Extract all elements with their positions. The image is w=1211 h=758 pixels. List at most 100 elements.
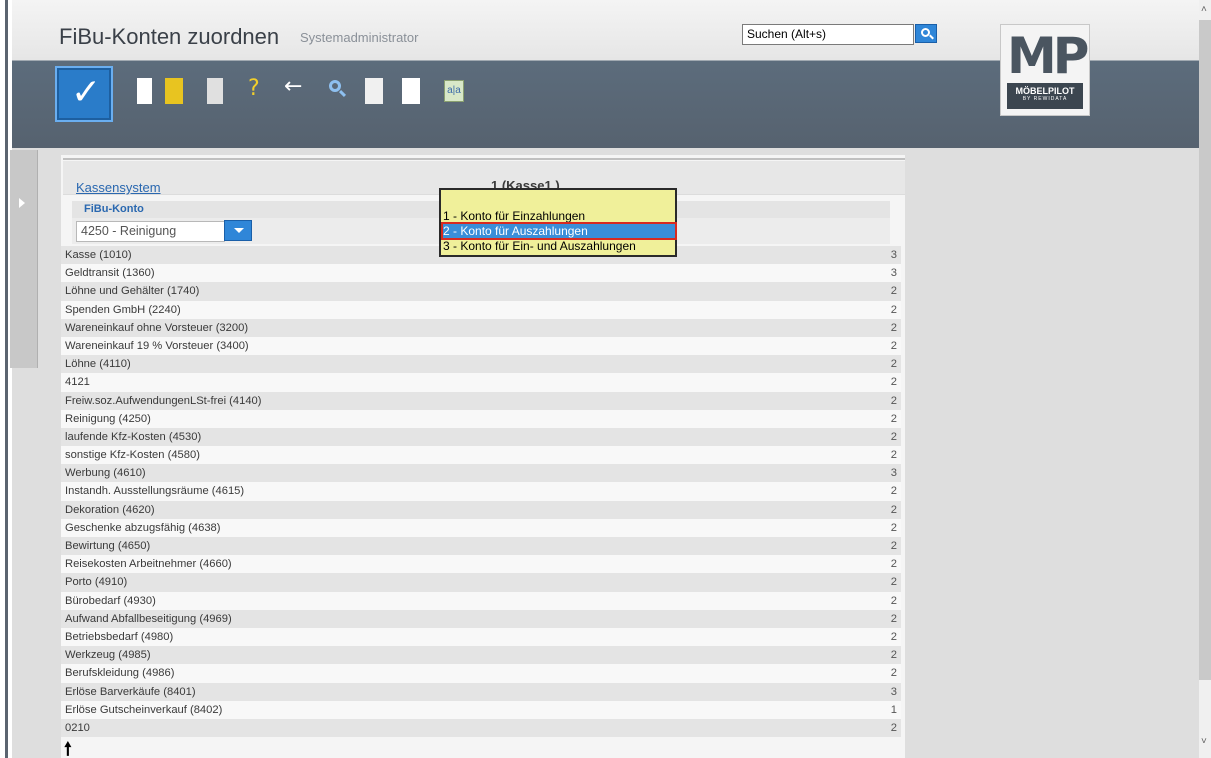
moebelpilot-logo: MP MÖBELPILOT BY REWIDATA: [1000, 24, 1090, 116]
dropdown-option[interactable]: 3 - Konto für Ein- und Auszahlungen: [443, 239, 675, 253]
account-row[interactable]: 0210 2: [61, 718, 901, 738]
account-row[interactable]: Wareneinkauf ohne Vorsteuer (3200) 2: [61, 318, 901, 337]
account-type-code: 2: [890, 303, 897, 316]
account-name: Wareneinkauf 19 % Vorsteuer (3400): [65, 339, 249, 352]
dropdown-option[interactable]: 1 - Konto für Einzahlungen: [443, 209, 675, 223]
account-row[interactable]: Porto (4910) 2: [61, 573, 901, 592]
account-type-code: 2: [890, 667, 897, 680]
checkmark-icon: ✓: [71, 72, 102, 113]
account-row[interactable]: 4121 2: [61, 373, 901, 392]
back-arrow-icon[interactable]: ←: [284, 74, 308, 100]
account-name: Erlöse Gutscheinverkauf (8402): [65, 703, 223, 716]
account-type-code: 2: [890, 612, 897, 625]
account-type-code: 2: [890, 285, 897, 298]
account-row[interactable]: Bewirtung (4650) 2: [61, 537, 901, 556]
account-row[interactable]: Freiw.soz.AufwendungenLSt-frei (4140) 2: [61, 391, 901, 410]
account-row[interactable]: Reinigung (4250) 2: [61, 409, 901, 428]
hand-document-icon[interactable]: [365, 78, 383, 104]
account-row[interactable]: Berufskleidung (4986) 2: [61, 664, 901, 683]
copy-document-icon[interactable]: [402, 78, 420, 104]
account-row[interactable]: sonstige Kfz-Kosten (4580) 2: [61, 446, 901, 465]
account-name: Bürobedarf (4930): [65, 594, 156, 607]
fibu-konto-dropdown-button[interactable]: [224, 220, 252, 241]
content-panel: Kassensystem 1 (Kasse1 ) FiBu-Konto 4250…: [61, 155, 905, 758]
search-input[interactable]: Suchen (Alt+s): [742, 24, 914, 45]
scrollbar-thumb[interactable]: [1199, 20, 1211, 680]
account-row[interactable]: Instandh. Ausstellungsräume (4615) 2: [61, 482, 901, 501]
search-button[interactable]: [915, 24, 937, 43]
scroll-up-icon[interactable]: ˄: [1201, 4, 1207, 15]
account-name: Aufwand Abfallbeseitigung (4969): [65, 612, 232, 625]
account-type-code: 3: [890, 685, 897, 698]
account-name: Werbung (4610): [65, 467, 146, 480]
account-type-code: 2: [890, 376, 897, 389]
account-type-code: 2: [890, 594, 897, 607]
page-title: FiBu-Konten zuordnen: [59, 24, 280, 49]
page-scrollbar[interactable]: ˄ ˅: [1199, 0, 1211, 758]
account-row[interactable]: Erlöse Barverkäufe (8401) 3: [61, 682, 901, 701]
konto-type-dropdown: 1 - Konto für Einzahlungen 2 - Konto für…: [439, 188, 677, 257]
account-name: Löhne (4110): [65, 358, 131, 371]
account-row[interactable]: Spenden GmbH (2240) 2: [61, 300, 901, 319]
dropdown-option-selected[interactable]: 2 - Konto für Auszahlungen: [441, 222, 677, 240]
account-row[interactable]: Erlöse Gutscheinverkauf (8402) 1: [61, 700, 901, 719]
account-type-code: 2: [890, 503, 897, 516]
account-row[interactable]: laufende Kfz-Kosten (4530) 2: [61, 427, 901, 447]
header-bar: FiBu-Konten zuordnen Systemadministrator…: [12, 0, 1199, 148]
account-row[interactable]: Wareneinkauf 19 % Vorsteuer (3400) 2: [61, 336, 901, 356]
account-row[interactable]: Dekoration (4620) 2: [61, 500, 901, 519]
account-row[interactable]: Löhne und Gehälter (1740) 2: [61, 282, 901, 301]
account-row[interactable]: Bürobedarf (4930) 2: [61, 591, 901, 610]
account-row[interactable]: Geschenke abzugsfähig (4638) 2: [61, 518, 901, 537]
account-type-code: 2: [890, 630, 897, 643]
account-type-code: 2: [890, 321, 897, 334]
account-row[interactable]: Reisekosten Arbeitnehmer (4660) 2: [61, 555, 901, 574]
user-role: Systemadministrator: [300, 30, 419, 45]
fibu-konto-select[interactable]: 4250 - Reinigung: [76, 221, 225, 242]
confirm-button[interactable]: ✓: [55, 66, 113, 122]
chevron-down-icon: [234, 228, 244, 233]
account-name: laufende Kfz-Kosten (4530): [65, 430, 202, 443]
account-row[interactable]: Werbung (4610) 3: [61, 464, 901, 483]
trash-icon[interactable]: [207, 78, 223, 104]
side-panel-toggle[interactable]: [10, 150, 38, 368]
account-type-code: 2: [890, 721, 897, 734]
magnifier-icon[interactable]: [328, 78, 347, 104]
main-window: FiBu-Konten zuordnen Systemadministrator…: [12, 0, 1199, 758]
account-row[interactable]: Löhne (4110) 2: [61, 355, 901, 374]
account-name: Werkzeug (4985): [65, 649, 151, 662]
scroll-down-icon[interactable]: ˅: [1201, 736, 1207, 747]
account-name: Wareneinkauf ohne Vorsteuer (3200): [65, 321, 249, 334]
scroll-top-arrow-icon[interactable]: 🠕: [64, 737, 72, 758]
chevron-right-icon: [19, 198, 25, 208]
account-name: Reinigung (4250): [65, 412, 151, 425]
account-type-code: 2: [890, 540, 897, 552]
account-type-code: 2: [890, 485, 897, 498]
window-left-border: [0, 0, 12, 758]
account-row[interactable]: Geldtransit (1360) 3: [61, 264, 901, 283]
new-document-icon[interactable]: [137, 78, 152, 104]
open-folder-icon[interactable]: [165, 78, 183, 104]
account-name: Erlöse Barverkäufe (8401): [65, 685, 196, 698]
account-type-code: 2: [890, 449, 897, 462]
account-name: Betriebsbedarf (4980): [65, 630, 174, 643]
account-list: Kasse (1010) 3 Geldtransit (1360) 3 Löhne un…: [61, 246, 901, 738]
compare-aa-icon[interactable]: a|a: [444, 80, 464, 102]
account-type-code: 2: [890, 430, 897, 443]
account-row[interactable]: Werkzeug (4985) 2: [61, 646, 901, 665]
account-name: sonstige Kfz-Kosten (4580): [65, 449, 200, 462]
account-name: 0210: [65, 721, 90, 734]
account-name: Berufskleidung (4986): [65, 667, 175, 680]
account-type-code: 2: [890, 358, 897, 371]
account-type-code: 2: [890, 576, 897, 589]
account-row[interactable]: Betriebsbedarf (4980) 2: [61, 627, 901, 647]
account-type-code: 2: [890, 558, 897, 571]
account-name: Instandh. Ausstellungsräume (4615): [65, 485, 245, 498]
account-name: Spenden GmbH (2240): [65, 303, 181, 316]
account-name: Geldtransit (1360): [65, 267, 155, 280]
account-row[interactable]: Aufwand Abfallbeseitigung (4969) 2: [61, 609, 901, 628]
account-type-code: 2: [890, 649, 897, 662]
help-icon[interactable]: ?: [248, 76, 262, 102]
account-name: Reisekosten Arbeitnehmer (4660): [65, 558, 232, 571]
kassensystem-link[interactable]: Kassensystem: [76, 180, 161, 195]
